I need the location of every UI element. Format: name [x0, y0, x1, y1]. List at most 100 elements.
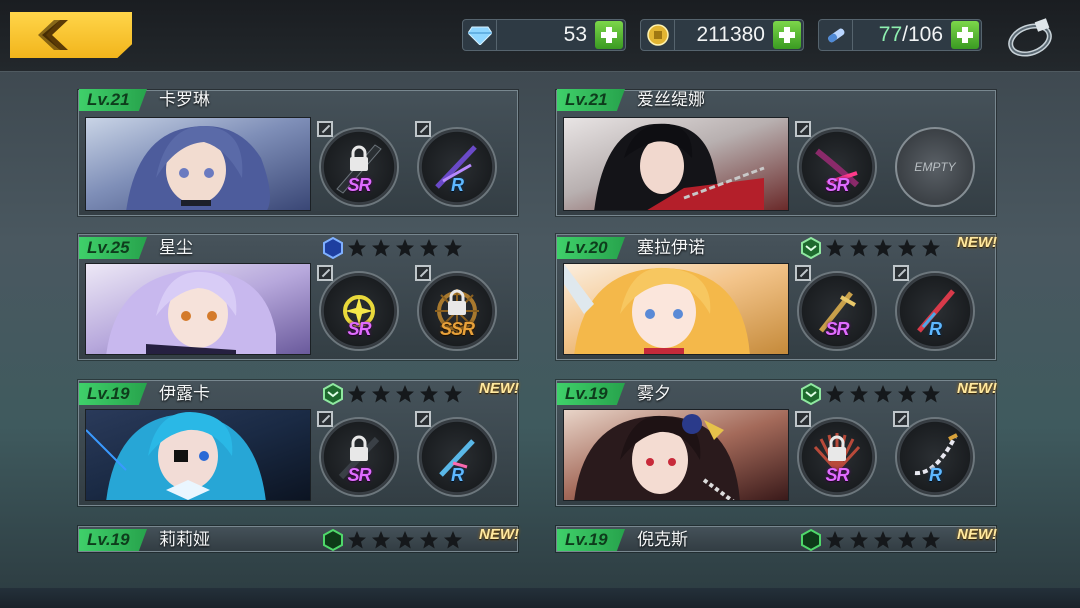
- character-card[interactable]: Lv.25 星尘 SR SSR: [78, 234, 518, 360]
- edit-icon[interactable]: [415, 411, 431, 427]
- edit-icon[interactable]: [317, 121, 333, 137]
- add-diamond-button[interactable]: [595, 21, 623, 49]
- star-icon: [444, 385, 462, 403]
- stamina-icon: [819, 20, 853, 50]
- star-icon: [396, 531, 414, 549]
- star-icon: [874, 531, 892, 549]
- weapon-slot[interactable]: R: [415, 411, 497, 497]
- edit-icon[interactable]: [317, 265, 333, 281]
- star-icon: [444, 531, 462, 549]
- character-name: 伊露卡: [159, 384, 210, 404]
- rarity-label: SR: [347, 319, 371, 339]
- character-portrait: [85, 117, 311, 211]
- character-portrait: [85, 409, 311, 501]
- star-icon: [420, 385, 438, 403]
- rank-hexagon-icon: [323, 237, 343, 259]
- star-icon: [396, 239, 414, 257]
- coin-value: 211380: [696, 23, 765, 46]
- edit-icon[interactable]: [415, 265, 431, 281]
- character-portrait: [563, 409, 789, 501]
- star-rating: [825, 530, 941, 550]
- star-icon: [850, 531, 868, 549]
- star-rating: [347, 530, 463, 550]
- star-icon: [898, 239, 916, 257]
- stamina-counter: 77/106: [818, 19, 982, 51]
- edit-icon[interactable]: [795, 411, 811, 427]
- character-card[interactable]: Lv.19 雾夕 NEW! SR R: [556, 380, 997, 506]
- rarity-label: SSR: [439, 319, 475, 339]
- rarity-label: SR: [347, 175, 371, 195]
- level-badge: Lv.20: [557, 237, 625, 259]
- add-coin-button[interactable]: [773, 21, 801, 49]
- top-bar: 53 211380 77/106: [0, 0, 1080, 72]
- new-badge: NEW!: [957, 234, 997, 251]
- edit-icon[interactable]: [893, 265, 909, 281]
- star-icon: [898, 531, 916, 549]
- star-icon: [348, 239, 366, 257]
- weapon-slot[interactable]: R: [893, 265, 975, 351]
- character-name: 莉莉娅: [159, 530, 210, 550]
- rank-hexagon-icon: [323, 383, 343, 405]
- weapon-slot[interactable]: SR: [795, 121, 877, 207]
- level-badge: Lv.21: [557, 89, 625, 111]
- add-stamina-button[interactable]: [951, 21, 979, 49]
- rarity-label: SR: [347, 465, 371, 485]
- star-icon: [826, 385, 844, 403]
- character-card[interactable]: Lv.19 伊露卡 NEW! SR R: [78, 380, 519, 506]
- weapon-slot[interactable]: SR: [317, 121, 399, 207]
- character-card[interactable]: Lv.21 爱丝缇娜 SR EMPTY: [556, 89, 996, 216]
- diamond-value: 53: [563, 23, 587, 46]
- star-icon: [826, 239, 844, 257]
- diamond-icon: [463, 20, 497, 50]
- weapon-slot[interactable]: SR: [795, 411, 877, 497]
- character-name: 卡罗琳: [159, 90, 210, 110]
- weapon-slot[interactable]: SSR: [415, 265, 497, 351]
- back-button[interactable]: [10, 12, 132, 58]
- star-rating: [825, 238, 941, 258]
- weapon-slot[interactable]: R: [893, 411, 975, 497]
- star-icon: [348, 531, 366, 549]
- rarity-label: R: [451, 175, 464, 195]
- character-card[interactable]: Lv.19 莉莉娅 NEW!: [78, 526, 519, 552]
- character-card[interactable]: Lv.20 塞拉伊诺 NEW! SR R: [556, 234, 997, 360]
- character-portrait: [563, 263, 789, 355]
- character-name: 塞拉伊诺: [637, 238, 705, 258]
- star-icon: [826, 531, 844, 549]
- weapon-slot[interactable]: R: [415, 121, 497, 207]
- edit-icon[interactable]: [317, 411, 333, 427]
- edit-icon[interactable]: [795, 265, 811, 281]
- ring-icon: [1008, 18, 1052, 57]
- character-card[interactable]: Lv.21 卡罗琳 SR R: [78, 89, 518, 216]
- rarity-label: R: [929, 319, 942, 339]
- character-name: 雾夕: [637, 384, 671, 404]
- star-icon: [372, 531, 390, 549]
- star-rating: [825, 384, 941, 404]
- character-card[interactable]: Lv.19 倪克斯 NEW!: [556, 526, 997, 552]
- character-name: 倪克斯: [637, 530, 688, 550]
- lock-icon: [350, 435, 368, 461]
- star-icon: [922, 531, 940, 549]
- rarity-label: R: [929, 465, 942, 485]
- weapon-slot[interactable]: SR: [317, 411, 399, 497]
- level-badge: Lv.21: [79, 89, 147, 111]
- new-badge: NEW!: [957, 380, 997, 397]
- rarity-label: SR: [825, 175, 849, 195]
- star-rating: [347, 384, 463, 404]
- empty-slot[interactable]: EMPTY: [895, 127, 975, 207]
- character-portrait: [85, 263, 311, 355]
- bottom-strip: [0, 588, 1080, 608]
- ring-button[interactable]: [1004, 14, 1056, 60]
- edit-icon[interactable]: [415, 121, 431, 137]
- star-icon: [372, 385, 390, 403]
- star-icon: [874, 385, 892, 403]
- rank-hexagon-icon: [323, 529, 343, 551]
- edit-icon[interactable]: [893, 411, 909, 427]
- rarity-label: R: [451, 465, 464, 485]
- chevron-left-icon: [38, 20, 68, 50]
- weapon-slot[interactable]: SR: [317, 265, 399, 351]
- star-icon: [372, 239, 390, 257]
- lock-icon: [828, 435, 846, 461]
- edit-icon[interactable]: [795, 121, 811, 137]
- coin-icon: [641, 20, 675, 50]
- weapon-slot[interactable]: SR: [795, 265, 877, 351]
